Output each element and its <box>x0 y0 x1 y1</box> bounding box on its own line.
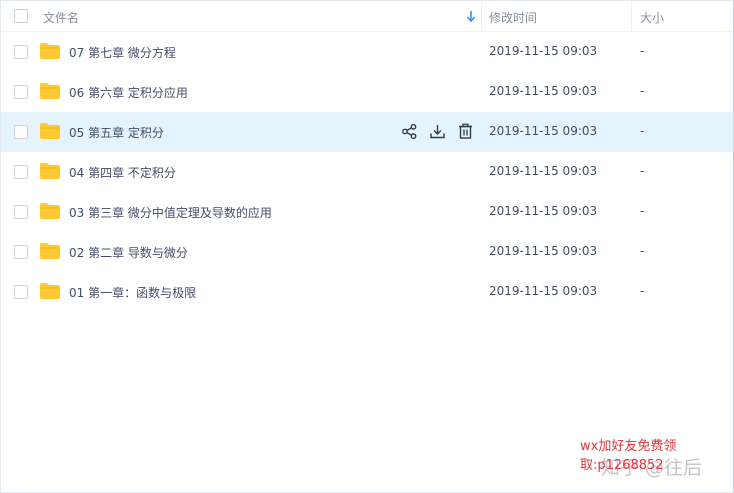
sort-down-arrow-icon[interactable] <box>466 10 476 23</box>
row-actions <box>401 123 474 141</box>
download-icon[interactable] <box>429 123 446 140</box>
file-list: 07 第七章 微分方程 2019-11-15 09:03 - 06 第六章 定积… <box>1 32 733 312</box>
row-checkbox[interactable] <box>14 205 28 219</box>
file-name[interactable]: 02 第二章 导数与微分 <box>69 244 188 261</box>
folder-icon <box>40 163 60 179</box>
file-row[interactable]: 03 第三章 微分中值定理及导数的应用 2019-11-15 09:03 - <box>1 192 733 232</box>
list-header: 文件名 修改时间 大小 <box>1 1 733 32</box>
file-size: - <box>640 124 645 138</box>
column-header-modified-time[interactable]: 修改时间 <box>489 9 537 26</box>
file-size: - <box>640 284 645 298</box>
file-name[interactable]: 04 第四章 不定积分 <box>69 164 176 181</box>
file-modified-time: 2019-11-15 09:03 <box>489 84 598 98</box>
row-checkbox[interactable] <box>14 245 28 259</box>
file-row[interactable]: 07 第七章 微分方程 2019-11-15 09:03 - <box>1 32 733 72</box>
file-row[interactable]: 04 第四章 不定积分 2019-11-15 09:03 - <box>1 152 733 192</box>
column-divider[interactable] <box>631 1 632 32</box>
delete-icon[interactable] <box>457 123 474 140</box>
share-icon[interactable] <box>401 123 418 140</box>
folder-icon <box>40 203 60 219</box>
select-all-checkbox[interactable] <box>14 9 28 23</box>
column-divider[interactable] <box>481 1 482 32</box>
file-modified-time: 2019-11-15 09:03 <box>489 244 598 258</box>
folder-icon <box>40 83 60 99</box>
row-checkbox[interactable] <box>14 285 28 299</box>
row-checkbox[interactable] <box>14 125 28 139</box>
file-size: - <box>640 244 645 258</box>
file-size: - <box>640 44 645 58</box>
promo-overlay: wx加好友免费领 取:p1268852 <box>580 437 676 475</box>
file-name[interactable]: 06 第六章 定积分应用 <box>69 84 188 101</box>
file-modified-time: 2019-11-15 09:03 <box>489 124 598 138</box>
promo-line: 取:p1268852 <box>580 458 664 473</box>
row-checkbox[interactable] <box>14 85 28 99</box>
file-modified-time: 2019-11-15 09:03 <box>489 284 598 298</box>
file-size: - <box>640 164 645 178</box>
file-size: - <box>640 204 645 218</box>
file-name[interactable]: 03 第三章 微分中值定理及导数的应用 <box>69 204 272 221</box>
folder-icon <box>40 123 60 139</box>
file-name[interactable]: 05 第五章 定积分 <box>69 124 164 141</box>
file-list-panel: 文件名 修改时间 大小 07 第七章 微分方程 2019-11-15 09:03… <box>0 0 734 493</box>
file-name[interactable]: 01 第一章：函数与极限 <box>69 284 196 301</box>
folder-icon <box>40 283 60 299</box>
file-modified-time: 2019-11-15 09:03 <box>489 164 598 178</box>
row-checkbox[interactable] <box>14 165 28 179</box>
folder-icon <box>40 43 60 59</box>
file-name[interactable]: 07 第七章 微分方程 <box>69 44 176 61</box>
file-row[interactable]: 06 第六章 定积分应用 2019-11-15 09:03 - <box>1 72 733 112</box>
column-header-size[interactable]: 大小 <box>640 9 664 26</box>
promo-line: wx加好友免费领 <box>580 439 677 454</box>
file-row[interactable]: 05 第五章 定积分 2019-11-15 09:03 - <box>1 112 733 152</box>
file-modified-time: 2019-11-15 09:03 <box>489 204 598 218</box>
file-row[interactable]: 01 第一章：函数与极限 2019-11-15 09:03 - <box>1 272 733 312</box>
file-size: - <box>640 84 645 98</box>
row-checkbox[interactable] <box>14 45 28 59</box>
folder-icon <box>40 243 60 259</box>
file-modified-time: 2019-11-15 09:03 <box>489 44 598 58</box>
column-header-name[interactable]: 文件名 <box>43 9 79 26</box>
file-row[interactable]: 02 第二章 导数与微分 2019-11-15 09:03 - <box>1 232 733 272</box>
